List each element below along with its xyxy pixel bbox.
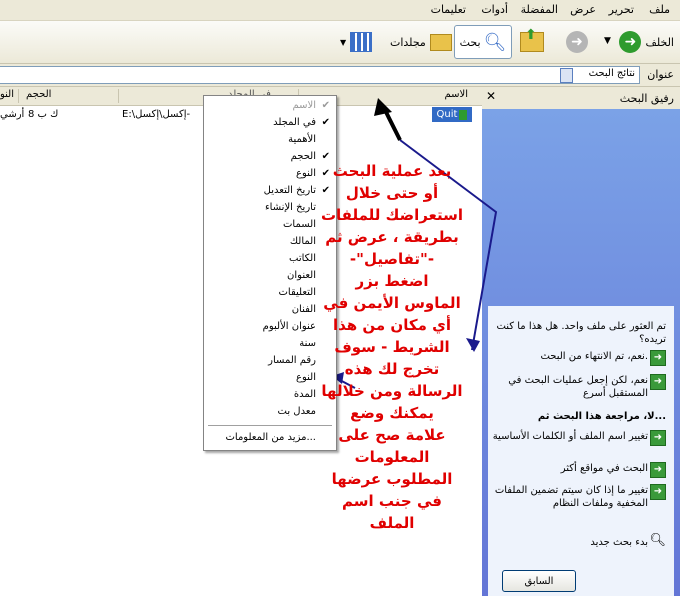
annotation-line: بعد عملية البحث bbox=[332, 162, 452, 180]
context-menu-item[interactable]: ✔ في المجلد bbox=[204, 115, 336, 132]
annotation-line: الماوس الأيمن في bbox=[323, 294, 461, 312]
annotation-line: أو حتى خلال bbox=[345, 184, 439, 202]
annotation-line: اضغط بزر bbox=[355, 272, 429, 290]
annotation-text: بعد عملية البحث أو حتى خلال استعراضك للملف… bbox=[312, 160, 472, 534]
annotation-line: المعلومات bbox=[354, 448, 430, 466]
context-menu-item-label: الاسم bbox=[292, 100, 316, 111]
annotation-line: يمكنك وضع bbox=[350, 404, 434, 422]
annotation-line: علامة صح على bbox=[338, 426, 446, 444]
context-menu-item-label: معدل بت bbox=[277, 406, 316, 417]
annotation-line: بطريقة ، عرض ثم bbox=[325, 228, 459, 246]
context-menu-item-label: التعليقات bbox=[278, 287, 316, 298]
annotation-line: استعراضك للملفات bbox=[320, 206, 464, 224]
context-menu-item-label: رقم المسار bbox=[268, 355, 316, 366]
annotation-line: تخرج لك هذه bbox=[344, 360, 440, 378]
annotation-line: المطلوب عرضها bbox=[331, 470, 453, 488]
checkmark-icon: ✔ bbox=[321, 117, 330, 128]
annotation-line: أي مكان من هذا bbox=[333, 316, 451, 334]
annotation-line: الملف bbox=[369, 514, 415, 532]
context-menu-item[interactable]: ✔ الاسم bbox=[204, 98, 336, 115]
context-menu-item-label: في المجلد bbox=[273, 117, 316, 128]
context-menu-item-label: تاريخ الإنشاء bbox=[264, 202, 316, 213]
context-menu-item[interactable]: الأهمية bbox=[204, 132, 336, 149]
context-menu-more-label: مزيد من المعلومات... bbox=[225, 432, 316, 443]
annotation-line: -"تفاصيل"- bbox=[349, 250, 435, 268]
checkmark-icon: ✔ bbox=[321, 100, 330, 111]
context-menu-item-label: تاريخ التعديل bbox=[263, 185, 316, 196]
context-menu-item-label: عنوان الألبوم bbox=[262, 321, 316, 332]
context-menu-item-label: الأهمية bbox=[288, 134, 316, 145]
annotation-line: الرسالة ومن خلالها bbox=[321, 382, 463, 400]
arrow-up-head bbox=[374, 98, 392, 116]
annotation-line: الشريط - سوف bbox=[334, 338, 450, 356]
annotation-line: في جنب اسم bbox=[342, 492, 442, 510]
